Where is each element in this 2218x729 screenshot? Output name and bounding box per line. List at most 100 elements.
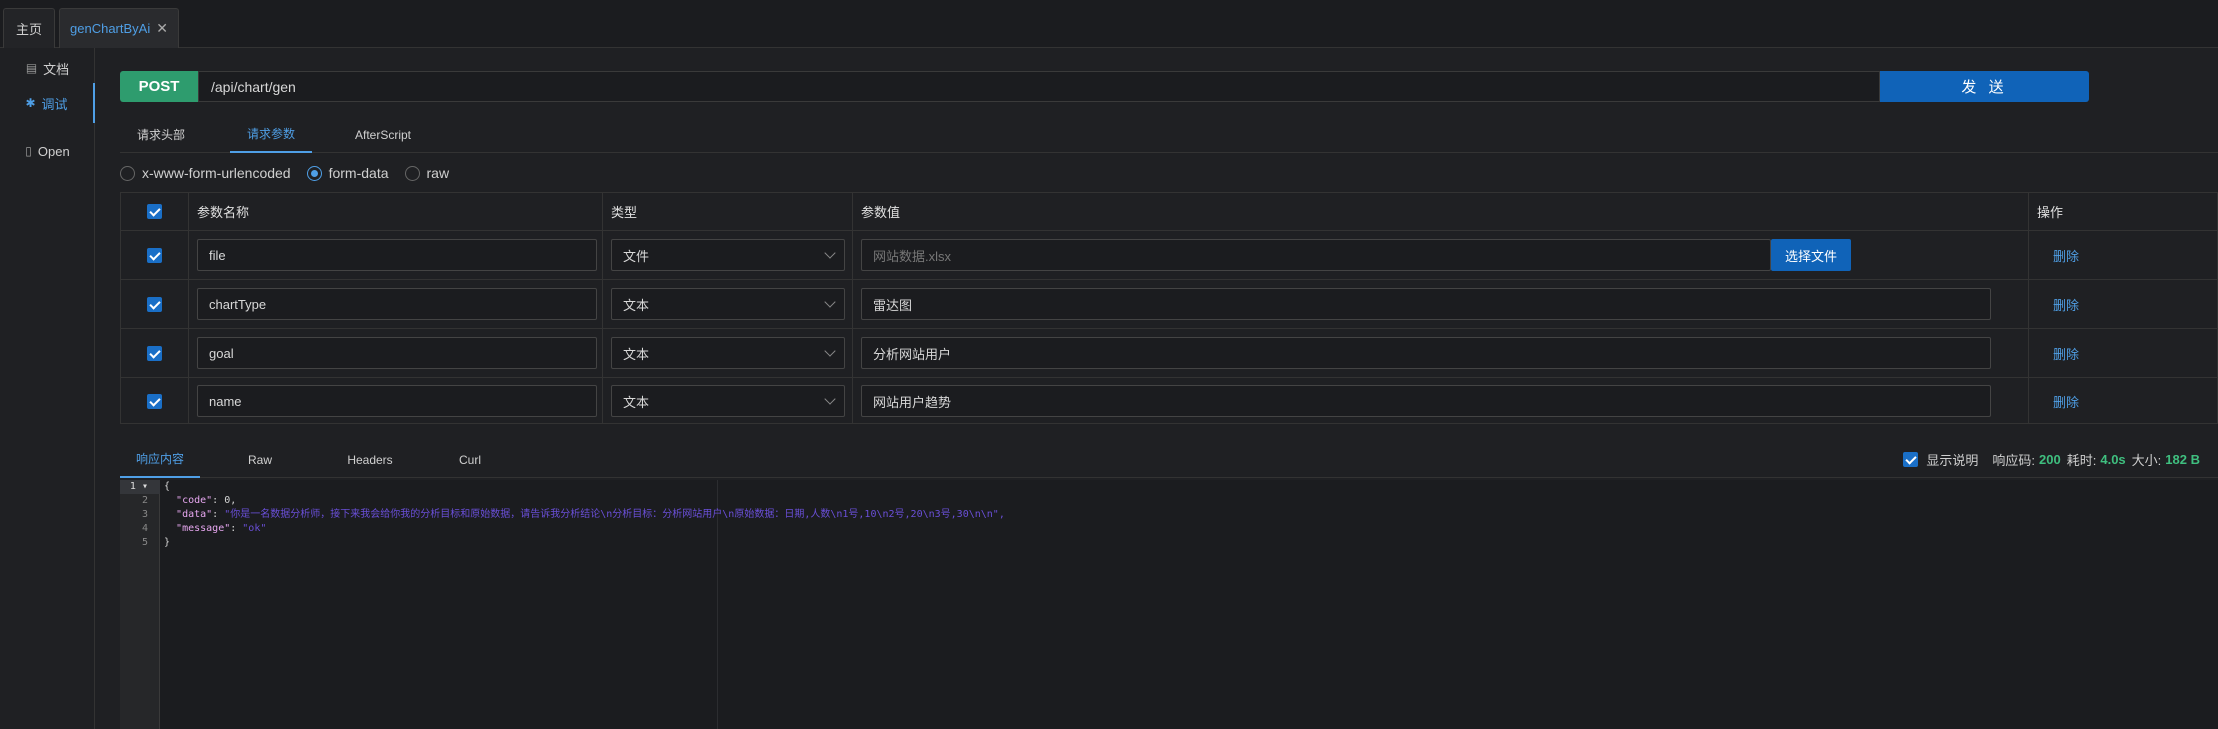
- param-value-cell: 分析网站用户: [853, 329, 2029, 377]
- row-checkbox[interactable]: [147, 247, 162, 263]
- param-name-cell: chartType: [189, 280, 603, 328]
- method-badge[interactable]: POST: [120, 71, 198, 102]
- param-value-input[interactable]: 分析网站用户: [861, 337, 1991, 369]
- select-all-checkbox[interactable]: [147, 204, 162, 219]
- url-input[interactable]: /api/chart/gen: [198, 71, 1880, 102]
- sidebar-item-open[interactable]: ▯ Open: [0, 131, 95, 171]
- table-row: chartType 文本 雷达图 删除: [121, 280, 2218, 329]
- param-type-select[interactable]: 文本: [611, 385, 845, 417]
- param-value-cell: 网站用户趋势: [853, 378, 2029, 424]
- radio-circle: [306, 165, 322, 181]
- row-checkbox[interactable]: [147, 345, 162, 361]
- param-value-input[interactable]: 雷达图: [861, 288, 1991, 320]
- param-value-cell: 网站数据.xlsx 选择文件: [853, 231, 2029, 279]
- param-action-cell: 删除: [2029, 231, 2218, 279]
- tab-request-params[interactable]: 请求参数: [230, 116, 312, 153]
- size-label: 大小:: [2131, 453, 2162, 468]
- col-header-action: 操作: [2037, 205, 2064, 220]
- tab-home-label: 主页: [15, 22, 42, 37]
- request-tabs: 请求头部 请求参数 AfterScript: [120, 116, 2218, 153]
- col-header-name: 参数名称: [189, 193, 603, 230]
- close-icon[interactable]: ✕: [156, 20, 168, 37]
- row-select-cell: [121, 231, 189, 279]
- chevron-down-icon: [824, 296, 836, 308]
- param-type-value: 文本: [623, 394, 650, 410]
- param-type-select[interactable]: 文本: [611, 288, 845, 320]
- tab-response-raw[interactable]: Raw: [228, 441, 292, 478]
- sidebar-item-label: Open: [37, 143, 70, 159]
- param-name-input[interactable]: name: [197, 385, 597, 417]
- param-name-input[interactable]: goal: [197, 337, 597, 369]
- bug-icon: ✱: [25, 96, 36, 110]
- radio-label: form-data: [328, 165, 389, 181]
- table-row: name 文本 网站用户趋势 删除: [121, 378, 2218, 424]
- col-header-value: 参数值: [853, 193, 2029, 230]
- param-name-cell: file: [189, 231, 603, 279]
- radio-form-data[interactable]: form-data: [306, 165, 389, 181]
- select-all-cell: [121, 193, 189, 230]
- document-icon: ▤: [25, 61, 38, 75]
- json-rest: : 0,: [212, 495, 237, 506]
- chevron-down-icon: [824, 247, 836, 259]
- delete-link[interactable]: 删除: [2053, 295, 2079, 314]
- param-type-cell: 文本: [603, 378, 853, 424]
- body-type-radios: x-www-form-urlencoded form-data raw: [120, 163, 465, 183]
- row-select-cell: [121, 280, 189, 328]
- param-type-select[interactable]: 文本: [611, 337, 845, 369]
- param-action-cell: 删除: [2029, 280, 2218, 328]
- radio-label: x-www-form-urlencoded: [142, 165, 291, 181]
- delete-link[interactable]: 删除: [2053, 392, 2079, 411]
- param-name-input[interactable]: chartType: [197, 288, 597, 320]
- sidebar-item-label: 调试: [41, 96, 68, 112]
- row-checkbox[interactable]: [147, 393, 162, 409]
- param-value-input[interactable]: 网站用户趋势: [861, 385, 1991, 417]
- param-type-value: 文本: [623, 346, 650, 362]
- param-type-select[interactable]: 文件: [611, 239, 845, 271]
- tab-request-headers[interactable]: 请求头部: [120, 116, 202, 153]
- json-rest: :: [212, 509, 225, 520]
- line-number: 4: [141, 523, 148, 534]
- delete-link[interactable]: 删除: [2053, 344, 2079, 363]
- param-name-input[interactable]: file: [197, 239, 597, 271]
- tab-afterscript[interactable]: AfterScript: [342, 116, 424, 153]
- tab-response-curl[interactable]: Curl: [438, 441, 502, 478]
- sidebar-item-label: 文档: [43, 61, 70, 77]
- sidebar-item-debug[interactable]: ✱ 调试: [0, 83, 95, 123]
- param-value-cell: 雷达图: [853, 280, 2029, 328]
- table-header-row: 参数名称 类型 参数值 操作: [121, 193, 2218, 231]
- sidebar-item-docs[interactable]: ▤ 文档: [0, 48, 95, 88]
- tab-response-headers[interactable]: Headers: [330, 441, 410, 478]
- send-button[interactable]: 发 送: [1880, 71, 2089, 102]
- param-name-cell: name: [189, 378, 603, 424]
- tab-response-content[interactable]: 响应内容: [120, 441, 200, 478]
- radio-urlencoded[interactable]: x-www-form-urlencoded: [120, 165, 291, 181]
- table-row: goal 文本 分析网站用户 删除: [121, 329, 2218, 378]
- json-key: "data": [176, 509, 213, 520]
- code-line: {: [164, 481, 171, 492]
- json-key: "message": [176, 523, 231, 534]
- code-line: }: [164, 537, 171, 548]
- file-name-field[interactable]: 网站数据.xlsx: [861, 239, 1771, 271]
- status-label: 响应码:: [1992, 453, 2036, 468]
- time-label: 耗时:: [2066, 453, 2097, 468]
- choose-file-button[interactable]: 选择文件: [1771, 239, 1851, 271]
- response-editor[interactable]: 1 ▾ 2 3 4 5 { "code": 0, "data": "你是一名数据…: [120, 480, 2218, 729]
- line-number: 2: [141, 495, 148, 506]
- param-name-cell: goal: [189, 329, 603, 377]
- tab-bar: 主页 genChartByAi ✕: [0, 0, 2218, 48]
- line-number: 5: [141, 537, 148, 548]
- delete-link[interactable]: 删除: [2053, 246, 2079, 265]
- code-line: "message": "ok": [164, 522, 266, 536]
- tab-genchartbyai[interactable]: genChartByAi ✕: [59, 8, 179, 48]
- param-type-value: 文件: [623, 248, 650, 264]
- param-action-cell: 删除: [2029, 378, 2218, 424]
- radio-raw[interactable]: raw: [404, 165, 449, 181]
- chevron-down-icon: [824, 345, 836, 357]
- response-meta: 显示说明 响应码: 200 耗时: 4.0s 大小: 182 B: [1903, 441, 2206, 478]
- param-type-value: 文本: [623, 297, 650, 313]
- tab-home[interactable]: 主页: [3, 8, 55, 48]
- code-line: "data": "你是一名数据分析师，接下来我会给你我的分析目标和原始数据，请告…: [164, 508, 1005, 522]
- show-description-checkbox[interactable]: [1903, 452, 1919, 467]
- sidebar: ▤ 文档 ✱ 调试 ▯ Open: [0, 48, 95, 729]
- row-checkbox[interactable]: [147, 296, 162, 312]
